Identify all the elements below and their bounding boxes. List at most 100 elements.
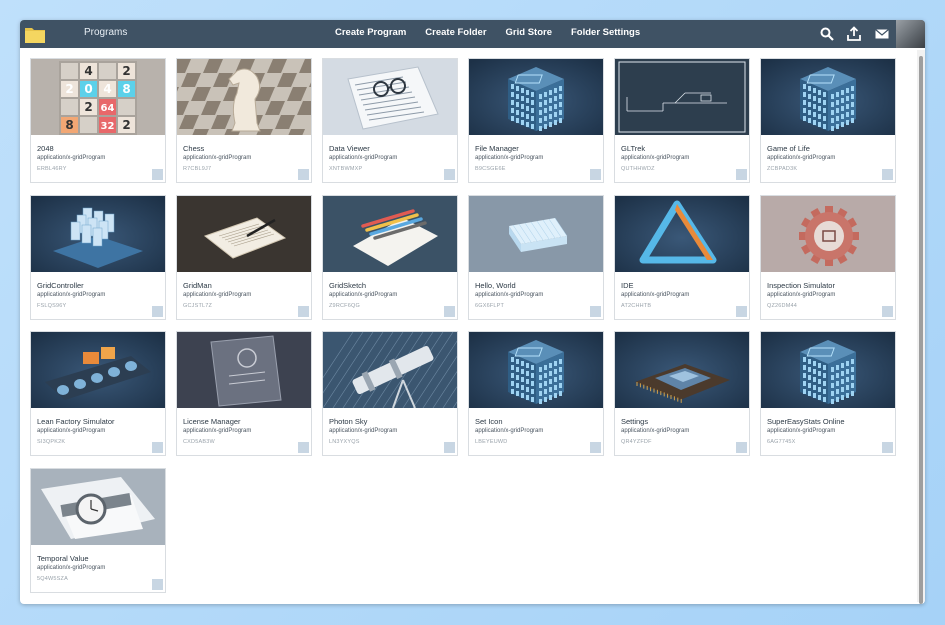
- select-corner[interactable]: [298, 306, 309, 317]
- program-type: application/x-gridProgram: [767, 428, 836, 434]
- program-thumbnail: [323, 196, 457, 272]
- program-type: application/x-gridProgram: [767, 155, 836, 161]
- program-thumbnail: [469, 332, 603, 408]
- select-corner[interactable]: [882, 306, 893, 317]
- page-title: Programs: [84, 27, 128, 38]
- select-corner[interactable]: [590, 442, 601, 453]
- program-id: XNTBWMXP: [329, 166, 363, 172]
- create-program-button[interactable]: Create Program: [335, 27, 406, 38]
- select-corner[interactable]: [590, 306, 601, 317]
- program-thumbnail: [31, 469, 165, 545]
- program-type: application/x-gridProgram: [621, 292, 690, 298]
- program-type: application/x-gridProgram: [183, 155, 252, 161]
- program-card[interactable]: GLTrek application/x-gridProgram QUTHHWDZ: [614, 58, 750, 183]
- select-corner[interactable]: [590, 169, 601, 180]
- program-id: LN3YXYQS: [329, 439, 360, 445]
- upload-icon[interactable]: [846, 26, 862, 42]
- program-type: application/x-gridProgram: [475, 155, 544, 161]
- program-card[interactable]: Game of Life application/x-gridProgram ZCB…: [760, 58, 896, 183]
- program-id: Z9RCF6QG: [329, 303, 360, 309]
- program-thumbnail: [615, 59, 749, 135]
- scrollbar-thumb[interactable]: [919, 56, 923, 604]
- program-thumbnail: [615, 332, 749, 408]
- select-corner[interactable]: [152, 169, 163, 180]
- select-corner[interactable]: [298, 169, 309, 180]
- program-type: application/x-gridProgram: [329, 292, 398, 298]
- program-thumbnail: [31, 332, 165, 408]
- program-id: CXD5AB3W: [183, 439, 215, 445]
- select-corner[interactable]: [882, 169, 893, 180]
- program-id: ZCBPAD3K: [767, 166, 798, 172]
- program-name: Settings: [621, 417, 649, 426]
- program-thumbnail: 4 2 2 0 4 8 2 64 8 32 2: [31, 59, 165, 135]
- svg-text:2: 2: [122, 118, 130, 132]
- program-grid: 4 2 2 0 4 8 2 64 8 32 2 2048 application/x-gridProgr…: [20, 48, 916, 604]
- svg-text:4: 4: [84, 64, 92, 78]
- program-card[interactable]: Inspection Simulator application/x-gridPr…: [760, 195, 896, 320]
- select-corner[interactable]: [736, 169, 747, 180]
- select-corner[interactable]: [152, 306, 163, 317]
- program-card[interactable]: Settings application/x-gridProgram QR4YZFD…: [614, 331, 750, 456]
- program-card[interactable]: Data Viewer application/x-gridProgram XNTB…: [322, 58, 458, 183]
- app-window: Programs Create Program Create Folder Gr…: [20, 20, 925, 604]
- program-type: application/x-gridProgram: [329, 428, 398, 434]
- folder-settings-button[interactable]: Folder Settings: [571, 27, 640, 38]
- program-name: License Manager: [183, 417, 241, 426]
- svg-text:2: 2: [65, 82, 73, 96]
- program-thumbnail: [469, 59, 603, 135]
- select-corner[interactable]: [736, 306, 747, 317]
- program-id: AT2CHHTB: [621, 303, 652, 309]
- program-thumbnail: [761, 196, 895, 272]
- program-card[interactable]: SuperEasyStats Online application/x-gridP…: [760, 331, 896, 456]
- program-type: application/x-gridProgram: [37, 428, 106, 434]
- program-card[interactable]: Photon Sky application/x-gridProgram LN3YX…: [322, 331, 458, 456]
- svg-text:2: 2: [122, 64, 130, 78]
- program-name: Hello, World: [475, 281, 516, 290]
- select-corner[interactable]: [882, 442, 893, 453]
- main-nav: Create Program Create Folder Grid Store …: [335, 27, 659, 38]
- program-id: SI3QPK2K: [37, 439, 66, 445]
- svg-text:64: 64: [101, 103, 115, 114]
- program-card[interactable]: GridSketch application/x-gridProgram Z9RCF…: [322, 195, 458, 320]
- select-corner[interactable]: [298, 442, 309, 453]
- folder-icon[interactable]: [24, 23, 46, 45]
- program-card[interactable]: Chess application/x-gridProgram R7CBL9J7: [176, 58, 312, 183]
- program-card[interactable]: Hello, World application/x-gridProgram 6GX…: [468, 195, 604, 320]
- program-id: 6AG7745X: [767, 439, 796, 445]
- program-type: application/x-gridProgram: [621, 428, 690, 434]
- program-card[interactable]: Temporal Value application/x-gridProgram 5…: [30, 468, 166, 593]
- select-corner[interactable]: [444, 442, 455, 453]
- program-id: FSLQS96Y: [37, 303, 67, 309]
- search-icon[interactable]: [819, 26, 835, 42]
- program-card[interactable]: License Manager application/x-gridProgram…: [176, 331, 312, 456]
- program-thumbnail: [177, 196, 311, 272]
- select-corner[interactable]: [444, 169, 455, 180]
- program-card[interactable]: GridMan application/x-gridProgram GCJSTL7Z: [176, 195, 312, 320]
- program-name: Lean Factory Simulator: [37, 417, 115, 426]
- program-card[interactable]: Lean Factory Simulator application/x-grid…: [30, 331, 166, 456]
- program-type: application/x-gridProgram: [767, 292, 836, 298]
- create-folder-button[interactable]: Create Folder: [425, 27, 486, 38]
- user-avatar[interactable]: [896, 20, 925, 48]
- program-thumbnail: [469, 196, 603, 272]
- select-corner[interactable]: [444, 306, 455, 317]
- program-name: Set Icon: [475, 417, 503, 426]
- grid-store-button[interactable]: Grid Store: [506, 27, 552, 38]
- mail-icon[interactable]: [874, 26, 890, 42]
- program-card[interactable]: 4 2 2 0 4 8 2 64 8 32 2 2048 application/x-gridProgr…: [30, 58, 166, 183]
- program-id: 5Q4W5SZA: [37, 576, 68, 582]
- select-corner[interactable]: [152, 579, 163, 590]
- program-type: application/x-gridProgram: [475, 292, 544, 298]
- program-card[interactable]: IDE application/x-gridProgram AT2CHHTB: [614, 195, 750, 320]
- program-id: ERBL46RY: [37, 166, 67, 172]
- select-corner[interactable]: [152, 442, 163, 453]
- program-card[interactable]: GridController application/x-gridProgram F…: [30, 195, 166, 320]
- program-card[interactable]: File Manager application/x-gridProgram B9C…: [468, 58, 604, 183]
- program-type: application/x-gridProgram: [329, 155, 398, 161]
- program-thumbnail: [31, 196, 165, 272]
- program-type: application/x-gridProgram: [183, 292, 252, 298]
- program-card[interactable]: Set Icon application/x-gridProgram LBEYEUW…: [468, 331, 604, 456]
- program-thumbnail: [761, 332, 895, 408]
- select-corner[interactable]: [736, 442, 747, 453]
- svg-text:0: 0: [84, 82, 92, 96]
